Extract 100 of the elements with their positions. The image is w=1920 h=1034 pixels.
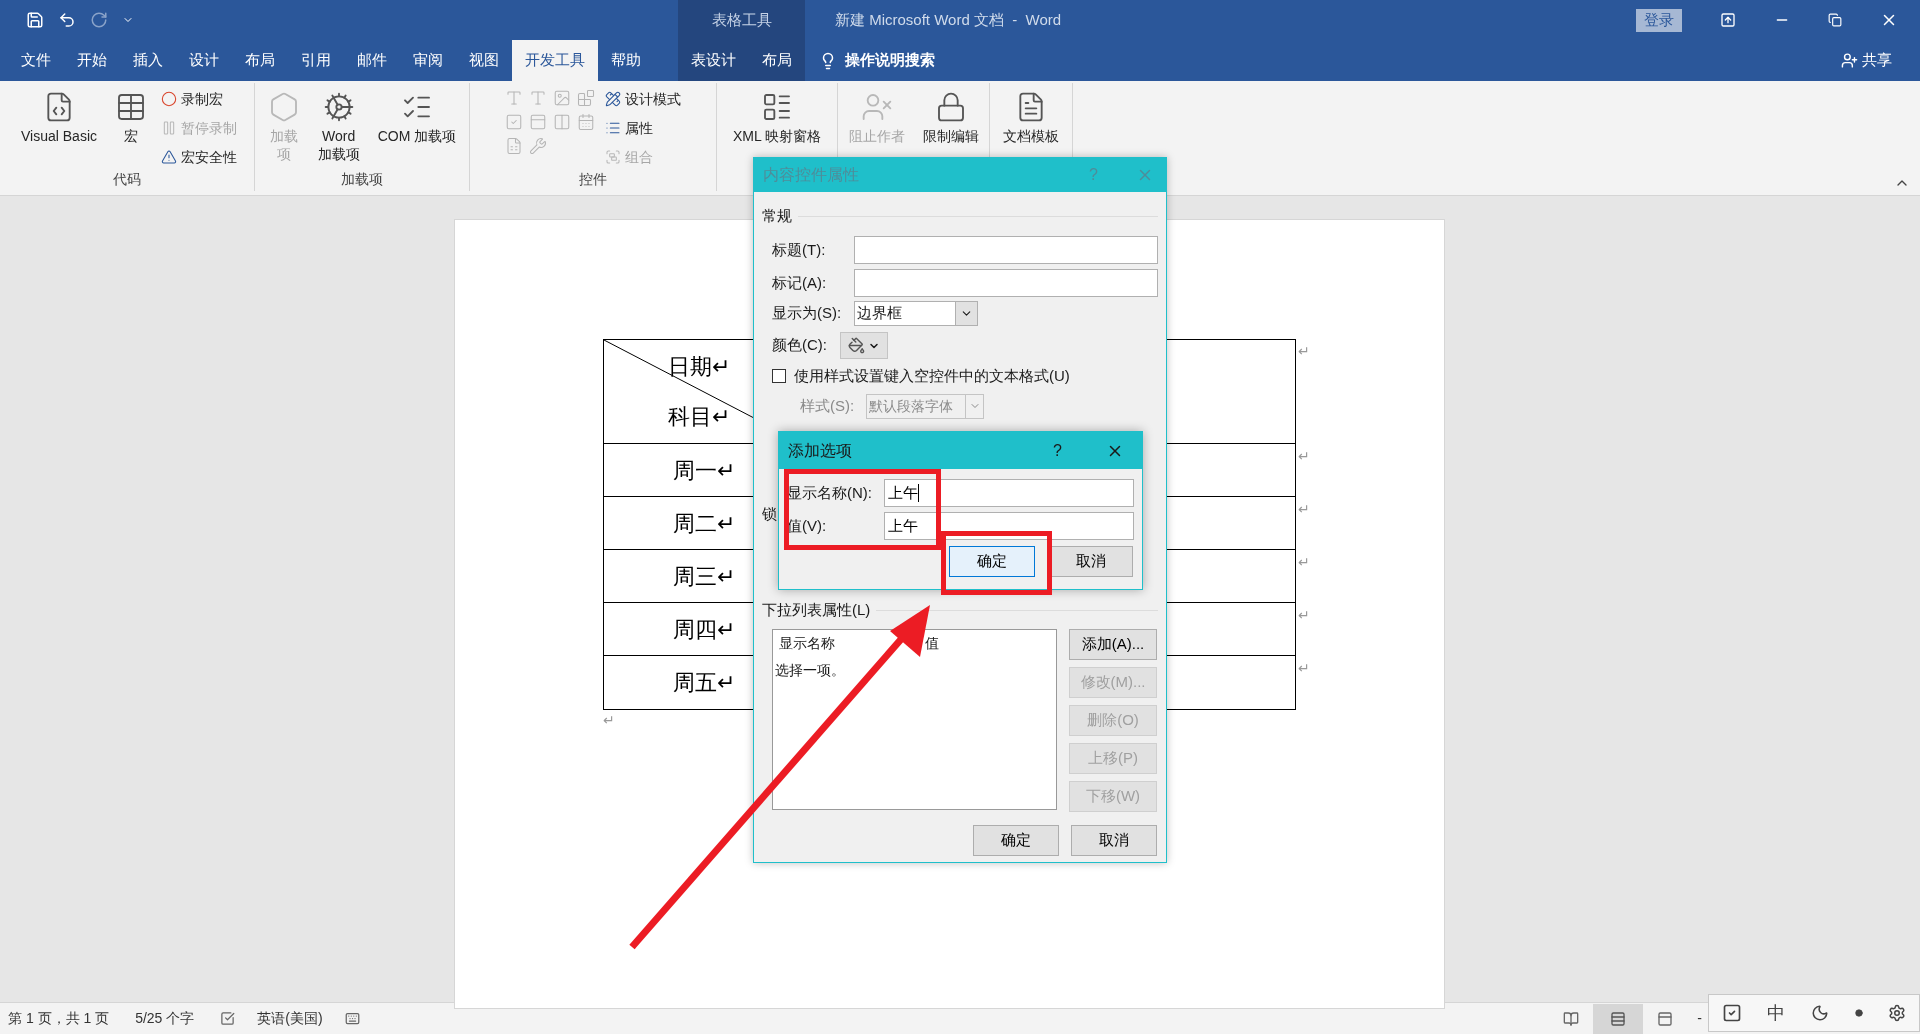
field-label: 颜色(C):	[772, 335, 828, 356]
column-header[interactable]: 显示名称	[779, 635, 835, 651]
table-icon	[115, 91, 147, 123]
color-picker[interactable]	[840, 332, 888, 359]
dialog-button[interactable]: 确定	[949, 546, 1035, 577]
dialog-button[interactable]: 添加(A)...	[1069, 628, 1157, 660]
page-count[interactable]: 第 1 页，共 1 页	[8, 1008, 110, 1029]
ribbon-button[interactable]: Visual Basic	[17, 87, 101, 145]
group-label: 控件	[578, 170, 608, 189]
list-icon	[605, 120, 621, 136]
ribbon-tab[interactable]: 开始	[64, 40, 120, 81]
ribbon-tab[interactable]: 文件	[8, 40, 64, 81]
ribbon-button[interactable]: 文档模板	[999, 87, 1063, 145]
restore-icon[interactable]	[1828, 13, 1842, 27]
field-label: 显示为(S):	[772, 303, 843, 324]
save-icon[interactable]	[26, 11, 44, 29]
record-icon	[161, 91, 177, 107]
ribbon-button[interactable]: 属性	[605, 116, 681, 140]
table-cell-text: 周三↵	[672, 562, 735, 591]
ribbon-button[interactable]: 限制编辑	[918, 87, 983, 145]
table-cell-text: 日期↵	[668, 353, 730, 381]
ribbon-button[interactable]: 宏安全性	[161, 145, 237, 169]
value-input[interactable]: 上午	[884, 512, 1134, 540]
pencil-ruler-icon	[605, 91, 621, 107]
row-end-mark: ↵	[1298, 447, 1310, 466]
table-cell-text: 周一↵	[672, 456, 735, 485]
options-list[interactable]: 显示名称 值 选择一项。	[772, 628, 1057, 810]
section-heading: 常规	[762, 205, 792, 226]
ribbon-tab[interactable]: 设计	[176, 40, 232, 81]
group-icon	[605, 149, 621, 165]
proofing-icon[interactable]	[220, 1011, 236, 1026]
ribbon-button[interactable]: 录制宏	[161, 87, 237, 111]
ribbon-tab[interactable]: 视图	[456, 40, 512, 81]
paragraph-mark: ↵	[603, 711, 615, 730]
web-layout-icon[interactable]	[1657, 1010, 1674, 1027]
settings-icon[interactable]	[1888, 1004, 1907, 1022]
column-header[interactable]: 值	[925, 633, 939, 654]
layout-list-icon	[761, 91, 793, 123]
checkbox-row[interactable]: 使用样式设置键入空控件中的文本格式(U)	[762, 365, 1158, 388]
ribbon-tab[interactable]: 邮件	[344, 40, 400, 81]
table-cell-text: 周二↵	[672, 509, 735, 538]
ribbon-tab[interactable]: 审阅	[400, 40, 456, 81]
row-end-mark: ↵	[1298, 342, 1310, 361]
ribbon-tab[interactable]: 开发工具	[512, 40, 598, 81]
row-end-mark: ↵	[1298, 553, 1310, 572]
language-status[interactable]: 英语(美国)	[257, 1008, 323, 1029]
row-end-mark: ↵	[1298, 659, 1310, 678]
section-heading: 下拉列表属性(L)	[762, 600, 871, 621]
table-cell-text: 周五↵	[672, 669, 735, 697]
group-label: 代码	[112, 170, 142, 189]
field-label: 样式(S):	[800, 395, 856, 416]
section-heading: 锁	[762, 503, 777, 524]
ribbon-tab[interactable]: 插入	[120, 40, 176, 81]
field-label: 显示名称(N):	[787, 482, 873, 503]
user-add-icon	[1841, 52, 1858, 69]
ribbon-button[interactable]: 宏	[111, 87, 151, 145]
print-layout-button[interactable]	[1593, 1003, 1644, 1034]
show-as-select[interactable]: 边界框	[854, 301, 978, 326]
row-end-mark: ↵	[1298, 500, 1310, 519]
redo-icon[interactable]	[90, 11, 108, 29]
pause-icon	[161, 120, 177, 136]
table-cell-text: 周四↵	[672, 615, 735, 644]
ribbon-button[interactable]: XML 映射窗格	[728, 87, 826, 145]
word-count[interactable]: 5/25 个字	[135, 1008, 195, 1029]
ribbon-button[interactable]: 设计模式	[605, 87, 681, 111]
dialog-button[interactable]: 确定	[973, 824, 1059, 856]
gears-icon	[322, 91, 355, 123]
ribbon-tab[interactable]: 布局	[232, 40, 288, 81]
checkbox-icon[interactable]	[1721, 1003, 1742, 1023]
read-mode-icon[interactable]	[1563, 1010, 1580, 1027]
ribbon-tab[interactable]: 引用	[288, 40, 344, 81]
keyboard-icon[interactable]	[344, 1011, 360, 1026]
zoom-out-button[interactable]: -	[1697, 1008, 1702, 1029]
list-item[interactable]: 选择一项。	[773, 659, 1056, 681]
tag-input[interactable]	[853, 269, 1158, 297]
window-title: 新建 Microsoft Word 文档 - Word	[835, 9, 1062, 30]
user-block-icon	[860, 91, 893, 123]
ribbon-button[interactable]: COM 加载项	[373, 87, 461, 145]
ime-mode[interactable]: 中	[1767, 999, 1786, 1027]
sign-in-button[interactable]: 登录	[1636, 8, 1682, 32]
context-tab-header: 表格工具	[678, 0, 805, 40]
tell-me-search[interactable]: 操作说明搜索	[845, 49, 935, 72]
dialog-title: 添加选项	[788, 440, 853, 461]
dialog-button[interactable]: 取消	[1071, 824, 1157, 856]
ribbon-tab[interactable]: 帮助	[598, 40, 654, 81]
undo-icon[interactable]	[58, 11, 76, 29]
dialog-button[interactable]: 取消	[1049, 546, 1133, 577]
ribbon-display-icon[interactable]	[1720, 12, 1736, 28]
group-label: 加载项	[340, 170, 384, 189]
row-end-mark: ↵	[1298, 606, 1310, 625]
moon-icon[interactable]	[1811, 1004, 1829, 1022]
ribbon-button[interactable]: Word 加载项	[313, 87, 364, 163]
field-label: 标题(T):	[772, 239, 827, 260]
name-input[interactable]: 上午	[884, 479, 1134, 507]
warning-icon	[161, 149, 177, 165]
title-input[interactable]	[853, 236, 1158, 264]
field-label: 标记(A):	[772, 272, 828, 293]
paint-bucket-icon	[848, 337, 865, 354]
help-button[interactable]: ?	[1053, 438, 1062, 463]
share-button[interactable]: 共享	[1841, 40, 1920, 81]
